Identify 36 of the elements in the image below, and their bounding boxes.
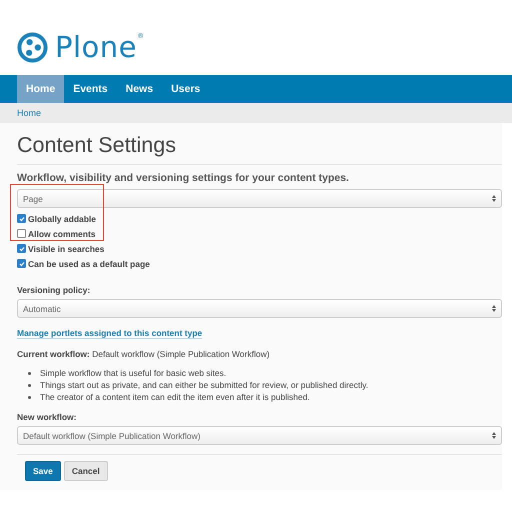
checkbox-label: Visible in searches bbox=[28, 244, 104, 254]
checkbox[interactable] bbox=[17, 259, 26, 268]
workflow-note: The creator of a content item can edit the item even after it is published. bbox=[40, 391, 310, 403]
bullet-icon bbox=[28, 372, 31, 374]
cancel-button[interactable]: Cancel bbox=[64, 461, 108, 481]
bullet-icon bbox=[28, 396, 31, 398]
logo-text[interactable]: Plone bbox=[55, 33, 138, 62]
nav-tab[interactable]: Users bbox=[162, 75, 210, 103]
updown-caret-icon bbox=[492, 195, 496, 202]
updown-caret-icon bbox=[492, 305, 496, 312]
workflow-note: Simple workflow that is useful for basic web sites. bbox=[40, 367, 226, 379]
workflow-note: Things start out as private, and can either be submitted for review, or published directly. bbox=[40, 379, 368, 391]
bullet-icon bbox=[28, 384, 31, 386]
select-field[interactable]: Default workflow (Simple Publication Workflow) bbox=[17, 426, 502, 445]
registered-mark: ® bbox=[138, 33, 144, 40]
field-label: Versioning policy: bbox=[17, 285, 92, 295]
checkbox[interactable] bbox=[17, 244, 26, 253]
checkbox[interactable] bbox=[17, 229, 26, 238]
nav-tab[interactable]: Home bbox=[17, 75, 64, 103]
checkbox-label: Globally addable bbox=[28, 214, 96, 224]
updown-caret-icon bbox=[492, 432, 496, 439]
checkbox-label: Can be used as a default page bbox=[28, 258, 150, 268]
page-description: Workflow, visibility and versioning settings for your content types. bbox=[17, 172, 350, 184]
nav-tab[interactable]: News bbox=[116, 75, 162, 103]
breadcrumb-link[interactable]: Home bbox=[17, 108, 42, 118]
page-title: Content Settings bbox=[17, 133, 502, 165]
current-workflow-text: Current workflow: Default workflow (Simple Publication Workflow) bbox=[17, 349, 271, 359]
checkbox-label: Allow comments bbox=[28, 228, 96, 238]
logo-icon bbox=[17, 32, 48, 63]
portlets-link[interactable]: Manage portlets assigned to this content type bbox=[17, 328, 202, 339]
select-field[interactable]: Page bbox=[17, 189, 502, 208]
checkbox[interactable] bbox=[17, 214, 26, 223]
nav-tab[interactable]: Events bbox=[64, 75, 117, 103]
select-field[interactable]: Automatic bbox=[17, 299, 502, 318]
save-button[interactable]: Save bbox=[25, 461, 61, 481]
field-label: New workflow: bbox=[17, 412, 78, 422]
